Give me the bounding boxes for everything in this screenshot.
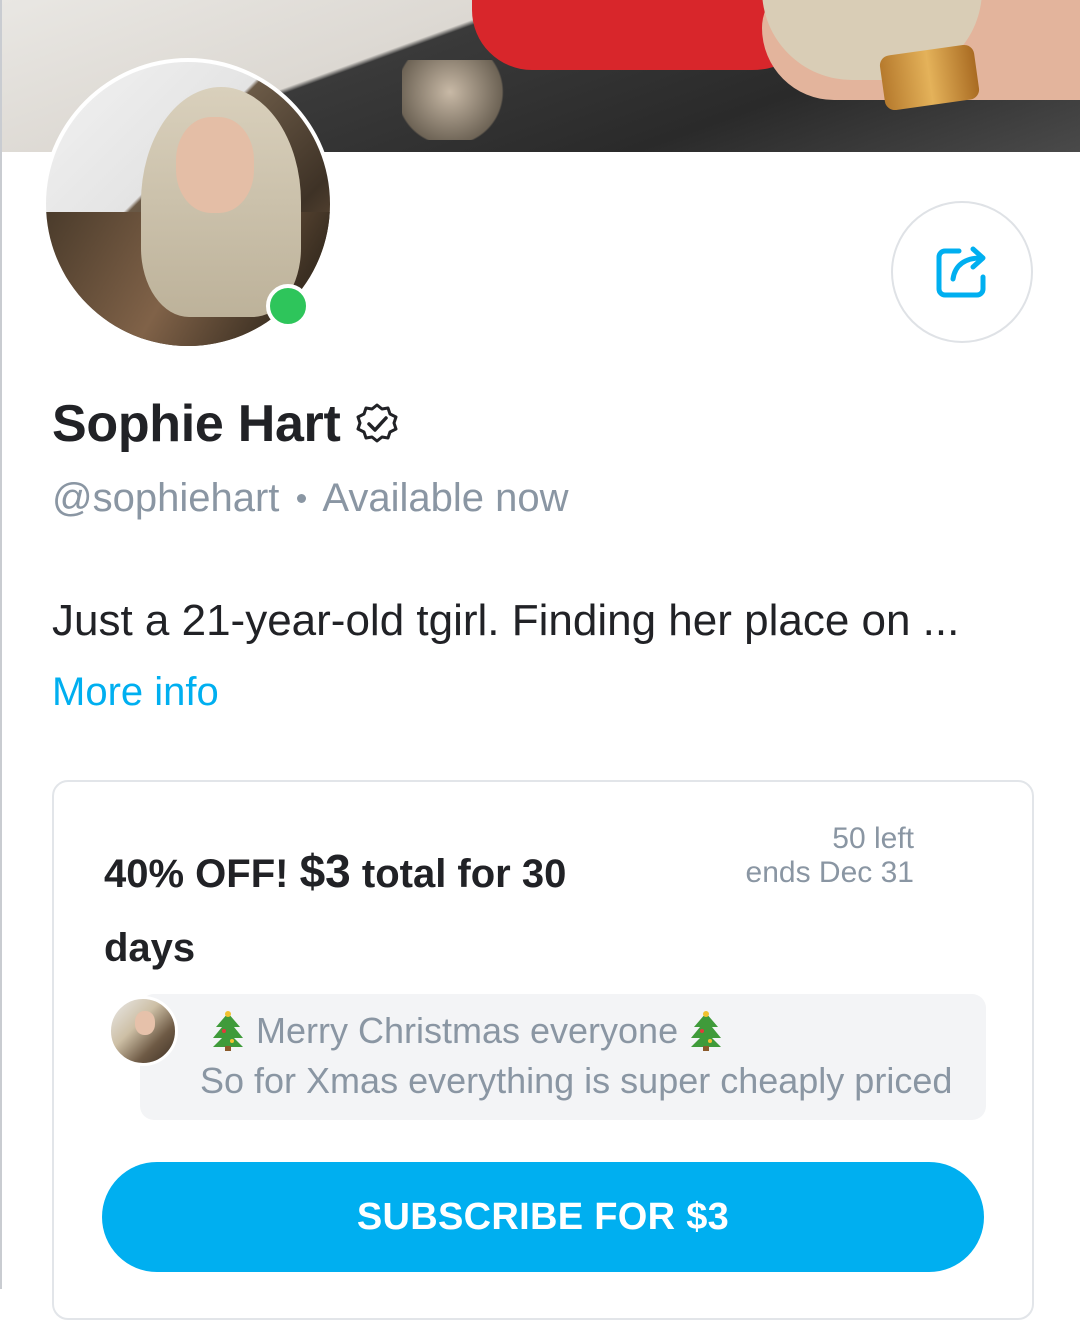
promotion-price: $3 <box>299 845 351 897</box>
verified-badge-icon <box>356 403 398 443</box>
more-info-link[interactable]: More info <box>52 670 219 715</box>
profile-name-row: Sophie Hart <box>52 394 399 454</box>
promotion-message-line2: So for Xmas everything is super cheaply … <box>200 1060 953 1101</box>
promotion-message-line1: Merry Christmas everyone <box>200 1010 734 1052</box>
promotion-card: 40% OFF! $3 total for 30 days 50 left en… <box>52 780 1034 1320</box>
profile-name: Sophie Hart <box>52 395 341 453</box>
promotion-title: 40% OFF! $3 total for 30 days <box>104 834 664 985</box>
promotion-meta: 50 left ends Dec 31 <box>714 822 914 890</box>
separator-dot <box>297 494 307 503</box>
message-avatar <box>108 996 178 1066</box>
message-text-1: Merry Christmas everyone <box>256 1010 679 1051</box>
promotion-prefix: 40% OFF! <box>104 852 300 896</box>
share-button[interactable] <box>891 201 1033 343</box>
promotion-end-date: ends Dec 31 <box>745 856 914 889</box>
availability-status: Available now <box>322 476 569 520</box>
online-status-indicator <box>266 284 310 328</box>
profile-handle: @sophiehart <box>52 476 280 520</box>
handle-row: @sophiehart Available now <box>52 476 569 521</box>
share-icon <box>936 246 986 298</box>
christmas-tree-icon <box>213 1011 243 1051</box>
subscribe-button[interactable]: SUBSCRIBE FOR $3 <box>102 1162 984 1272</box>
christmas-tree-icon <box>691 1011 722 1051</box>
promotion-remaining: 50 left <box>832 822 914 855</box>
promotion-message: Merry Christmas everyone So for Xmas eve… <box>140 994 986 1120</box>
profile-bio: Just a 21-year-old tgirl. Finding her pl… <box>52 596 960 645</box>
